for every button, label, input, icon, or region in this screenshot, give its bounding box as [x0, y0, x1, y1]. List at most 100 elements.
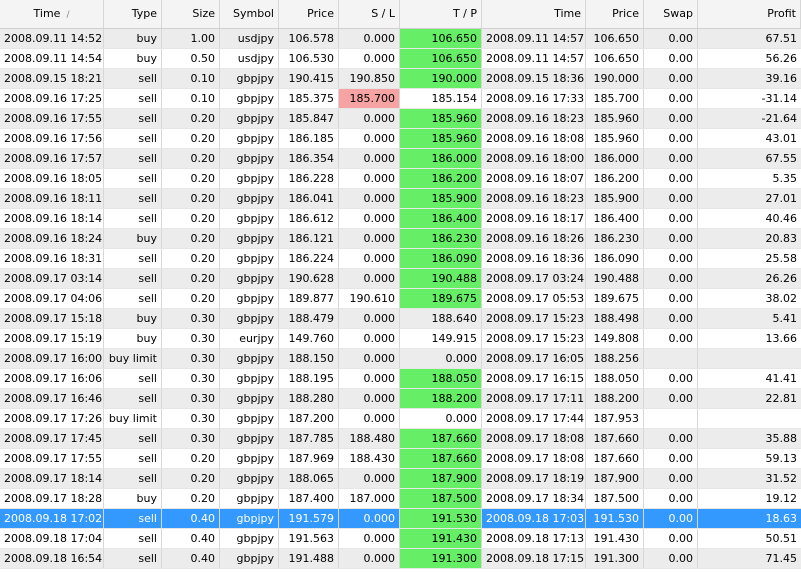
table-row[interactable]: 2008.09.17 16:06 sell 0.30 gbpjpy 188.195 0.0…	[0, 369, 801, 389]
table-row[interactable]: 2008.09.17 15:18 buy 0.30 gbpjpy 188.479 0.00…	[0, 309, 801, 329]
cell-size: 0.20	[162, 109, 220, 128]
table-row[interactable]: 2008.09.16 18:24 buy 0.20 gbpjpy 186.121 0.00…	[0, 229, 801, 249]
table-row[interactable]: 2008.09.17 17:45 sell 0.30 gbpjpy 187.785 188…	[0, 429, 801, 449]
table-row[interactable]: 2008.09.17 18:14 sell 0.20 gbpjpy 188.065 0.0…	[0, 469, 801, 489]
table-row[interactable]: 2008.09.16 18:05 sell 0.20 gbpjpy 186.228 0.0…	[0, 169, 801, 189]
cell-open-price: 191.563	[279, 529, 339, 548]
cell-close-time: 2008.09.16 18:26	[482, 229, 586, 248]
cell-close-price: 190.000	[586, 69, 644, 88]
table-row[interactable]: 2008.09.15 18:21 sell 0.10 gbpjpy 190.415 190…	[0, 69, 801, 89]
cell-type: buy	[104, 489, 162, 508]
column-header-price[interactable]: Price	[279, 0, 339, 28]
table-row[interactable]: 2008.09.16 17:25 sell 0.10 gbpjpy 185.375 185…	[0, 89, 801, 109]
cell-close-price: 188.498	[586, 309, 644, 328]
cell-symbol: gbpjpy	[220, 409, 279, 428]
cell-size: 0.20	[162, 189, 220, 208]
table-row[interactable]: 2008.09.16 18:11 sell 0.20 gbpjpy 186.041 0.0…	[0, 189, 801, 209]
cell-close-price: 191.430	[586, 529, 644, 548]
cell-type: sell	[104, 549, 162, 568]
table-row[interactable]: 2008.09.17 17:26 buy limit 0.30 gbpjpy 187.2…	[0, 409, 801, 429]
column-header-profit[interactable]: Profit	[698, 0, 801, 28]
cell-close-time: 2008.09.17 05:53	[482, 289, 586, 308]
cell-size: 0.30	[162, 409, 220, 428]
cell-type: sell	[104, 509, 162, 528]
table-row[interactable]: 2008.09.11 14:54 buy 0.50 usdjpy 106.530 0.00…	[0, 49, 801, 69]
cell-symbol: gbpjpy	[220, 269, 279, 288]
table-row[interactable]: 2008.09.16 17:57 sell 0.20 gbpjpy 186.354 0.0…	[0, 149, 801, 169]
cell-symbol: gbpjpy	[220, 189, 279, 208]
cell-close-price: 187.953	[586, 409, 644, 428]
cell-close-price: 149.808	[586, 329, 644, 348]
cell-profit: 35.88	[765, 432, 798, 445]
table-row[interactable]: 2008.09.17 16:46 sell 0.30 gbpjpy 188.280 0.0…	[0, 389, 801, 409]
cell-close-time: 2008.09.16 18:36	[482, 249, 586, 268]
column-header-open-time[interactable]: Time /	[0, 0, 104, 28]
cell-swap: 0.00	[644, 169, 698, 188]
table-row[interactable]: 2008.09.16 18:31 sell 0.20 gbpjpy 186.224 0.0…	[0, 249, 801, 269]
table-row[interactable]: 2008.09.11 14:52 buy 1.00 usdjpy 106.578 0.00…	[0, 29, 801, 49]
cell-open-time: 2008.09.18 17:04	[0, 529, 104, 548]
cell-take-profit: 185.960	[400, 109, 482, 128]
cell-open-time: 2008.09.17 15:19	[0, 329, 104, 348]
cell-symbol: usdjpy	[220, 49, 279, 68]
table-row[interactable]: 2008.09.16 17:56 sell 0.20 gbpjpy 186.185 0.0…	[0, 129, 801, 149]
cell-take-profit: 186.090	[400, 249, 482, 268]
table-row[interactable]: 2008.09.17 16:00 buy limit 0.30 gbpjpy 188.1…	[0, 349, 801, 369]
cell-close-price: 187.500	[586, 489, 644, 508]
cell-open-time: 2008.09.16 18:11	[0, 189, 104, 208]
cell-close-time: 2008.09.18 17:15	[482, 549, 586, 568]
cell-stop-loss: 0.000	[339, 529, 400, 548]
cell-stop-loss: 185.700	[339, 89, 400, 108]
cell-profit: 40.46	[765, 212, 798, 225]
cell-size: 0.30	[162, 349, 220, 368]
cell-open-time: 2008.09.16 17:55	[0, 109, 104, 128]
cell-profit	[698, 409, 801, 428]
cell-close-time: 2008.09.16 18:00	[482, 149, 586, 168]
cell-close-price: 186.000	[586, 149, 644, 168]
table-body: 2008.09.11 14:52 buy 1.00 usdjpy 106.578 0.00…	[0, 29, 801, 569]
table-row[interactable]: 2008.09.17 18:28 buy 0.20 gbpjpy 187.400 187.…	[0, 489, 801, 509]
cell-size: 0.30	[162, 429, 220, 448]
cell-close-price: 185.960	[586, 109, 644, 128]
cell-swap: 0.00	[644, 109, 698, 128]
column-header-type[interactable]: Type	[104, 0, 162, 28]
cell-take-profit: 188.050	[400, 369, 482, 388]
cell-close-price: 186.230	[586, 229, 644, 248]
column-header-close-price[interactable]: Price	[586, 0, 644, 28]
cell-symbol: gbpjpy	[220, 549, 279, 568]
cell-stop-loss: 0.000	[339, 389, 400, 408]
cell-type: sell	[104, 529, 162, 548]
table-row[interactable]: 2008.09.17 04:06 sell 0.20 gbpjpy 189.877 190…	[0, 289, 801, 309]
column-header-take-profit[interactable]: T / P	[400, 0, 482, 28]
cell-stop-loss: 190.610	[339, 289, 400, 308]
column-header-close-time[interactable]: Time	[482, 0, 586, 28]
cell-open-time: 2008.09.16 18:31	[0, 249, 104, 268]
cell-profit: 67.51	[765, 32, 798, 45]
table-row[interactable]: 2008.09.16 17:55 sell 0.20 gbpjpy 185.847 0.0…	[0, 109, 801, 129]
cell-profit: 39.16	[765, 72, 798, 85]
cell-open-price: 185.847	[279, 109, 339, 128]
cell-stop-loss: 0.000	[339, 49, 400, 68]
cell-take-profit: 188.640	[400, 309, 482, 328]
cell-profit: 25.58	[765, 252, 798, 265]
cell-take-profit: 0.000	[400, 409, 482, 428]
table-row[interactable]: 2008.09.18 16:54 sell 0.40 gbpjpy 191.488 0.0…	[0, 549, 801, 569]
table-row[interactable]: 2008.09.17 15:19 buy 0.30 eurjpy 149.760 0.00…	[0, 329, 801, 349]
cell-close-time: 2008.09.17 15:23	[482, 329, 586, 348]
cell-swap: 0.00	[644, 309, 698, 328]
table-row[interactable]: 2008.09.17 03:14 sell 0.20 gbpjpy 190.628 0.0…	[0, 269, 801, 289]
cell-type: sell	[104, 109, 162, 128]
column-header-symbol[interactable]: Symbol	[220, 0, 279, 28]
column-header-swap[interactable]: Swap	[644, 0, 698, 28]
table-row[interactable]: 2008.09.16 18:14 sell 0.20 gbpjpy 186.612 0.0…	[0, 209, 801, 229]
table-row[interactable]: 2008.09.17 17:55 sell 0.20 gbpjpy 187.969 188…	[0, 449, 801, 469]
column-header-stop-loss[interactable]: S / L	[339, 0, 400, 28]
column-header-size[interactable]: Size	[162, 0, 220, 28]
cell-close-price: 191.300	[586, 549, 644, 568]
cell-close-time: 2008.09.17 18:08	[482, 449, 586, 468]
cell-open-time: 2008.09.16 18:14	[0, 209, 104, 228]
table-row-selected[interactable]: 2008.09.18 17:02 sell 0.40 gbpjpy 191.579 0.0…	[0, 509, 801, 529]
cell-open-price: 188.150	[279, 349, 339, 368]
table-row[interactable]: 2008.09.18 17:04 sell 0.40 gbpjpy 191.563 0.0…	[0, 529, 801, 549]
cell-close-price: 186.200	[586, 169, 644, 188]
